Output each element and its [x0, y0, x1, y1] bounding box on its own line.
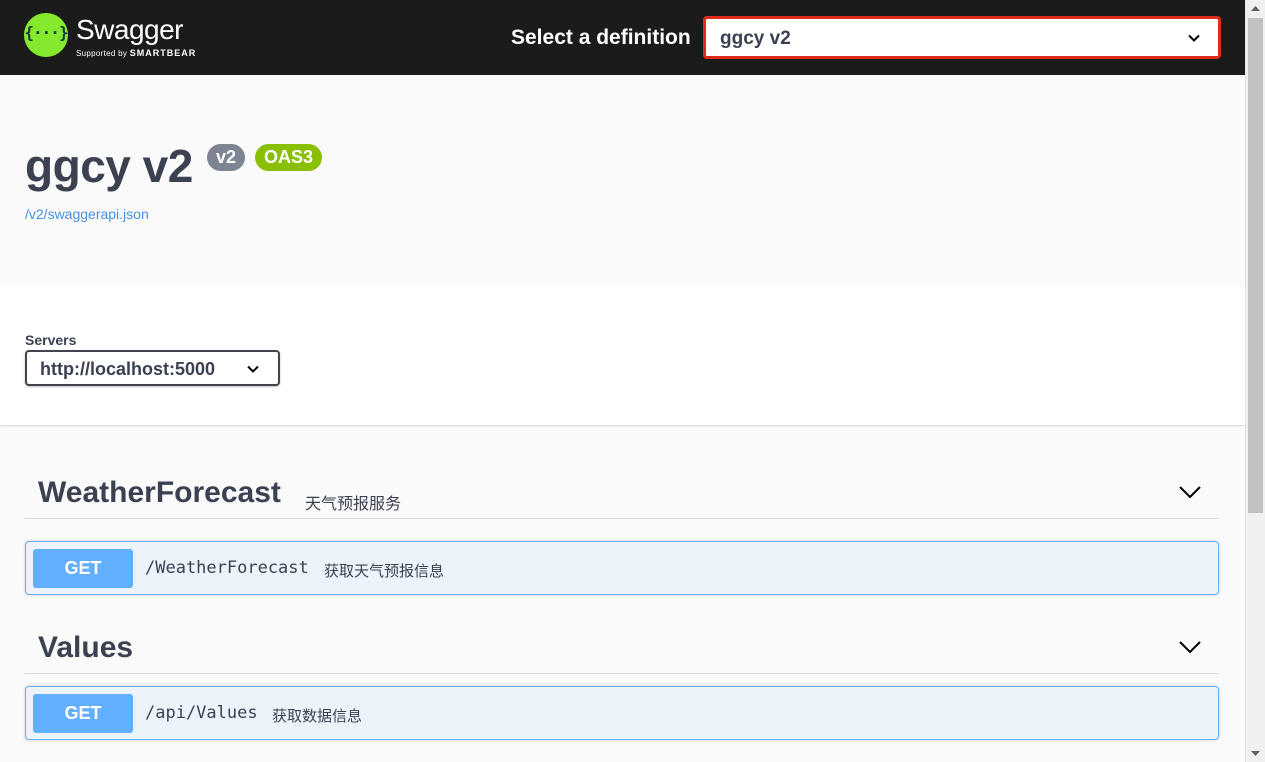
definition-select-value: ggcy v2: [720, 28, 791, 49]
logo-tagline-prefix: Supported by: [76, 49, 128, 58]
chevron-down-icon: [247, 365, 259, 373]
definition-select-label: Select a definition: [511, 26, 691, 49]
swagger-braces-icon: {···}: [24, 13, 69, 57]
scrollbar-thumb[interactable]: [1248, 18, 1263, 513]
logo-tagline-brand: SMARTBEAR: [129, 48, 197, 58]
swagger-ui-page: {···} Swagger Supported by SMARTBEAR Sel…: [0, 0, 1245, 762]
operation-get-weatherforecast[interactable]: GET /WeatherForecast 获取天气预报信息: [25, 541, 1219, 595]
operation-get-values[interactable]: GET /api/Values 获取数据信息: [25, 686, 1219, 740]
chevron-down-icon[interactable]: [1179, 640, 1201, 654]
definition-select[interactable]: ggcy v2: [703, 16, 1221, 59]
operation-summary: 获取数据信息: [272, 707, 363, 725]
servers-section: Servers http://localhost:5000: [0, 286, 1245, 425]
swagger-logo[interactable]: {···} Swagger Supported by SMARTBEAR: [24, 13, 196, 58]
tag-header-values[interactable]: Values: [25, 618, 1219, 674]
page-title: ggcy v2: [25, 140, 193, 192]
operation-path: /api/Values: [145, 703, 258, 723]
server-select-value: http://localhost:5000: [40, 359, 216, 379]
chevron-down-icon[interactable]: [1179, 485, 1201, 499]
servers-label: Servers: [25, 332, 77, 348]
method-badge-get: GET: [33, 549, 133, 588]
operation-path: /WeatherForecast: [145, 558, 309, 578]
topbar: {···} Swagger Supported by SMARTBEAR Sel…: [0, 0, 1245, 75]
info-section: ggcy v2 v2 OAS3 /v2/swaggerapi.json: [0, 75, 1245, 286]
version-badge: v2: [207, 144, 246, 171]
logo-tagline: Supported by SMARTBEAR: [76, 48, 196, 58]
oas-badge: OAS3: [255, 144, 323, 171]
chevron-down-icon: [1188, 34, 1200, 42]
operation-summary: 获取天气预报信息: [324, 562, 445, 580]
vertical-scrollbar[interactable]: [1245, 0, 1265, 762]
logo-name: Swagger: [76, 14, 184, 45]
logo-text: Swagger Supported by SMARTBEAR: [76, 13, 196, 58]
tag-description: 天气预报服务: [305, 494, 402, 513]
tag-name: WeatherForecast: [38, 476, 281, 509]
spec-url-link[interactable]: /v2/swaggerapi.json: [25, 206, 149, 222]
tag-header-weatherforecast[interactable]: WeatherForecast 天气预报服务: [25, 463, 1219, 519]
scroll-down-arrow-icon[interactable]: [1246, 745, 1265, 762]
tag-name: Values: [38, 631, 134, 664]
method-badge-get: GET: [33, 694, 133, 733]
server-select[interactable]: http://localhost:5000: [25, 350, 280, 386]
scroll-up-arrow-icon[interactable]: [1246, 0, 1265, 17]
